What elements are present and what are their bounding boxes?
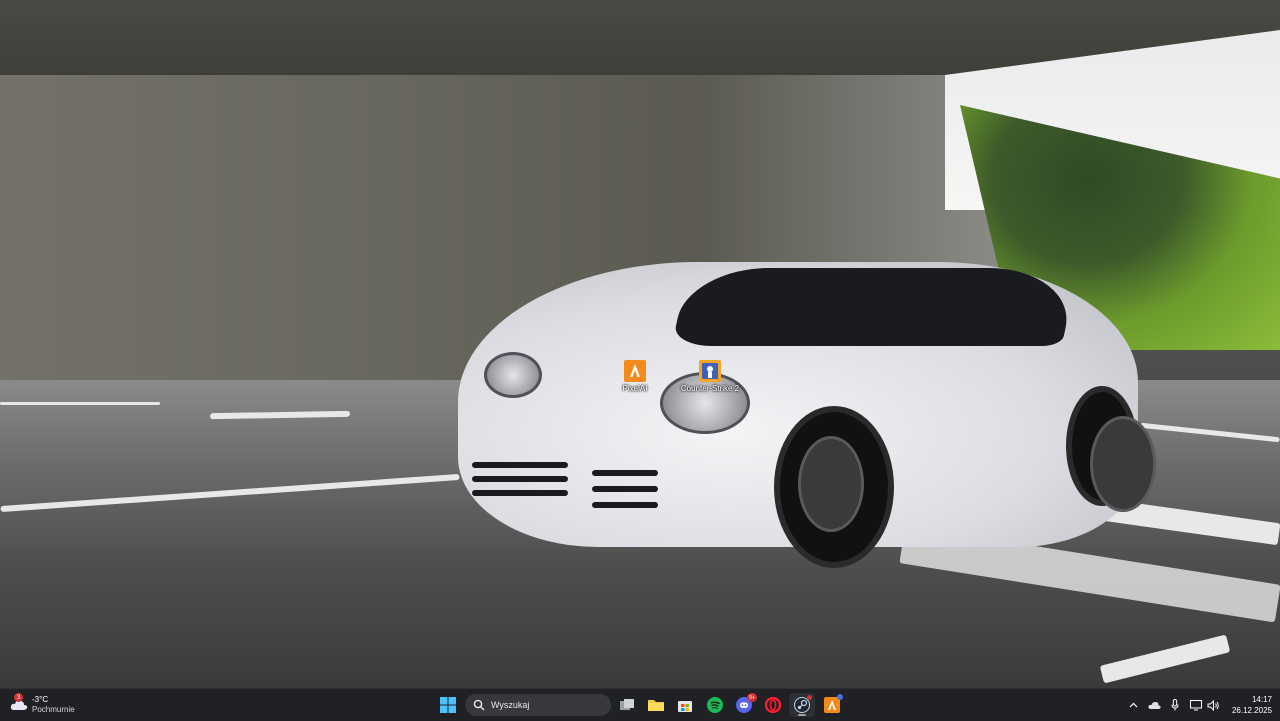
notification-badge: 3 [14, 693, 23, 702]
car-wheel [1066, 386, 1156, 512]
chevron-up-icon [1129, 702, 1137, 708]
tray-microphone[interactable] [1168, 697, 1182, 713]
tray-onedrive[interactable] [1147, 697, 1161, 713]
taskbar-app-discord[interactable]: 9+ [731, 693, 757, 717]
lane-marking [1099, 634, 1231, 684]
taskbar-app-pixelai[interactable] [819, 693, 845, 717]
car-grille [472, 490, 568, 496]
taskbar-app-opera[interactable] [760, 693, 786, 717]
tray-chevron-up[interactable] [1126, 697, 1140, 713]
car-grille [592, 502, 658, 508]
taskbar-clock[interactable]: 14:17 26.12.2025 [1222, 694, 1272, 716]
car-grille [472, 462, 568, 468]
folder-icon [648, 700, 664, 711]
car-grille [592, 486, 658, 492]
car-grille [592, 470, 658, 476]
desktop-icon-label: Counter-Strike 2 [680, 384, 740, 393]
tray-volume[interactable] [1206, 697, 1220, 713]
microphone-icon [1171, 699, 1179, 711]
running-indicator [798, 714, 806, 716]
notification-dot [807, 695, 812, 700]
desktop[interactable]: PixelAI Counter-Strike 2 [0, 0, 1280, 688]
store-icon [678, 701, 692, 712]
orange-app-icon [624, 360, 646, 382]
lane-marking [0, 402, 160, 405]
tray-display[interactable] [1189, 697, 1203, 713]
weather-temperature: -3°C [32, 695, 49, 704]
taskbar: 3 -3°C Pochmurnie Wyszukaj 9+ 14:17 26.1… [0, 688, 1280, 721]
onedrive-cloud-icon [1147, 701, 1161, 709]
lane-marking [1140, 422, 1280, 443]
windows-start-icon [440, 697, 456, 713]
task-view-icon [620, 699, 634, 710]
spotify-icon [707, 697, 723, 713]
taskbar-app-task-view[interactable] [614, 693, 640, 717]
search-icon [473, 699, 485, 711]
counter-strike-icon [699, 360, 721, 382]
cloud-weather-icon: 3 [10, 693, 28, 712]
weather-condition: Pochmurnie [32, 705, 75, 714]
taskbar-app-steam[interactable] [789, 693, 815, 717]
car-grille [472, 476, 568, 482]
volume-icon [1207, 699, 1219, 711]
desktop-icon-pixelai[interactable]: PixelAI [599, 360, 671, 393]
desktop-icon-counter-strike-2[interactable]: Counter-Strike 2 [674, 360, 746, 393]
clock-time: 14:17 [1251, 695, 1272, 704]
search-placeholder: Wyszukaj [491, 700, 530, 710]
weather-widget[interactable]: 3 -3°C Pochmurnie [10, 691, 75, 719]
taskbar-app-spotify[interactable] [702, 693, 728, 717]
car-headlight [484, 352, 542, 398]
lane-marking [209, 410, 351, 420]
start-button[interactable] [435, 693, 461, 717]
opera-icon [765, 697, 781, 713]
search-box[interactable]: Wyszukaj [465, 694, 611, 716]
car-window [671, 268, 1079, 346]
taskbar-app-file-explorer[interactable] [643, 693, 669, 717]
car-wheel [774, 406, 894, 568]
display-icon [1190, 699, 1202, 710]
clock-date: 26.12.2025 [1231, 706, 1272, 715]
notification-badge: 9+ [747, 693, 757, 702]
lane-marking [0, 473, 460, 513]
desktop-icon-label: PixelAI [622, 384, 648, 393]
taskbar-app-microsoft-store[interactable] [672, 693, 698, 717]
notification-dot [837, 694, 843, 700]
